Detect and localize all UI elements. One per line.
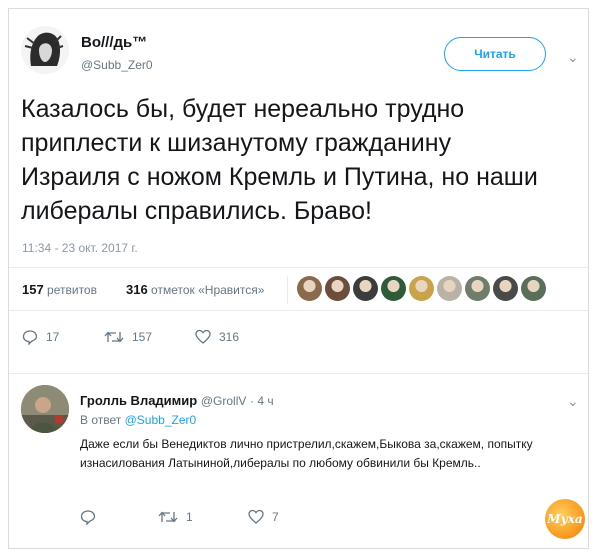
reply-count: 17 <box>46 330 60 344</box>
reply-icon <box>80 510 96 525</box>
retweet-icon <box>158 511 178 523</box>
heart-icon <box>248 509 264 524</box>
reply-action[interactable]: 17 <box>22 329 59 345</box>
tweet-stats: 157 ретвитов 316 отметок «Нравится» <box>9 267 590 311</box>
like-stat[interactable]: 316 отметок «Нравится» <box>126 282 264 297</box>
in-reply-prefix: В ответ <box>80 413 122 427</box>
follow-button[interactable]: Читать <box>444 37 546 71</box>
like-count: 316 <box>219 330 240 344</box>
reply-icon <box>22 330 38 345</box>
reply-reply-action[interactable] <box>80 509 96 525</box>
in-reply-handle[interactable]: @Subb_Zer0 <box>125 413 197 427</box>
reply-author-line: Гролль Владимир @GrollV · 4 ч <box>80 393 274 408</box>
reply-time[interactable]: · 4 ч <box>250 394 274 408</box>
like-stat-label: отметок «Нравится» <box>151 283 265 297</box>
retweet-stat[interactable]: 157 ретвитов <box>22 282 97 297</box>
like-stat-count: 316 <box>126 282 148 297</box>
author-handle[interactable]: @Subb_Zer0 <box>81 58 153 72</box>
retweet-stat-count: 157 <box>22 282 44 297</box>
reply-text: Даже если бы Венедиктов лично пристрелил… <box>80 437 533 470</box>
liker-avatar[interactable] <box>297 276 322 301</box>
stats-divider <box>287 276 288 304</box>
liker-avatar[interactable] <box>493 276 518 301</box>
reply-author-name[interactable]: Гролль Владимир <box>80 393 197 408</box>
divider <box>9 373 590 374</box>
reply-like-action[interactable]: 7 <box>248 509 279 525</box>
liker-avatar[interactable] <box>521 276 546 301</box>
liker-avatar[interactable] <box>325 276 350 301</box>
chevron-down-icon[interactable]: ⌄ <box>567 50 579 64</box>
tweet-card: Во///дь™ @Subb_Zer0 Читать ⌄ Казалось бы… <box>8 8 590 549</box>
reply-retweet-count: 1 <box>186 510 193 524</box>
liker-avatar[interactable] <box>465 276 490 301</box>
retweet-icon <box>104 331 124 343</box>
watermark-logo: Муха <box>545 499 585 539</box>
liker-avatar[interactable] <box>437 276 462 301</box>
retweet-count: 157 <box>132 330 153 344</box>
liker-avatar[interactable] <box>353 276 378 301</box>
reply-like-count: 7 <box>272 510 279 524</box>
reply-retweet-action[interactable]: 1 <box>158 509 193 525</box>
retweet-stat-label: ретвитов <box>47 283 97 297</box>
author-avatar[interactable] <box>21 26 69 74</box>
reply-author-avatar[interactable] <box>21 385 69 433</box>
heart-icon <box>195 329 211 344</box>
liker-avatars <box>297 276 546 304</box>
retweet-action[interactable]: 157 <box>104 329 152 345</box>
liker-avatar[interactable] <box>381 276 406 301</box>
author-name[interactable]: Во///дь™ <box>81 34 147 51</box>
tweet-timestamp[interactable]: 11:34 - 23 окт. 2017 г. <box>22 241 138 255</box>
tweet-text: Казалось бы, будет нереально трудно прип… <box>21 95 538 225</box>
reply-author-handle[interactable]: @GrollV <box>201 394 247 408</box>
in-reply-to: В ответ @Subb_Zer0 <box>80 413 196 427</box>
like-action[interactable]: 316 <box>195 329 239 345</box>
liker-avatar[interactable] <box>409 276 434 301</box>
reply-chevron-down-icon[interactable]: ⌄ <box>567 393 579 410</box>
